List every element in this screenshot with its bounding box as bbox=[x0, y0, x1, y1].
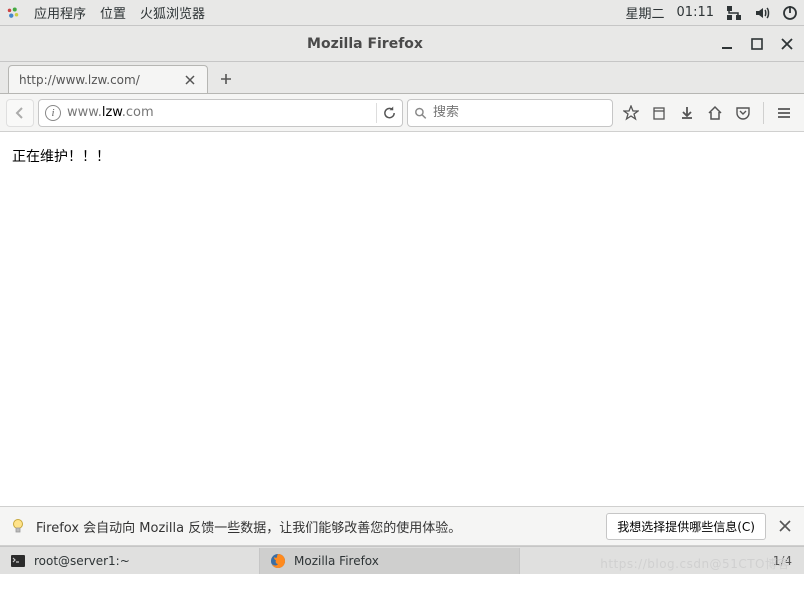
task-terminal-label: root@server1:~ bbox=[34, 554, 130, 568]
pocket-icon[interactable] bbox=[729, 99, 757, 127]
volume-icon[interactable] bbox=[754, 5, 770, 21]
power-icon[interactable] bbox=[782, 5, 798, 21]
navigation-toolbar: i www.lzw.com bbox=[0, 94, 804, 132]
minimize-button[interactable] bbox=[720, 37, 734, 51]
close-window-button[interactable] bbox=[780, 37, 794, 51]
site-info-icon[interactable]: i bbox=[45, 105, 61, 121]
notification-close-button[interactable] bbox=[776, 517, 794, 535]
notification-message: Firefox 会自动向 Mozilla 反馈一些数据，让我们能够改善您的使用体… bbox=[36, 517, 596, 536]
firefox-icon bbox=[270, 553, 286, 569]
notification-bar: Firefox 会自动向 Mozilla 反馈一些数据，让我们能够改善您的使用体… bbox=[0, 506, 804, 546]
desktop-topbar: 应用程序 位置 火狐浏览器 星期二 01:11 bbox=[0, 0, 804, 26]
desktop-taskbar: root@server1:~ Mozilla Firefox 1/4 bbox=[0, 546, 804, 574]
tab-title: http://www.lzw.com/ bbox=[19, 73, 173, 87]
library-icon[interactable] bbox=[645, 99, 673, 127]
window-title: Mozilla Firefox bbox=[10, 36, 720, 52]
hamburger-menu-icon[interactable] bbox=[770, 99, 798, 127]
terminal-icon bbox=[10, 553, 26, 569]
maintenance-text: 正在维护！！！ bbox=[12, 149, 110, 165]
downloads-icon[interactable] bbox=[673, 99, 701, 127]
window-titlebar: Mozilla Firefox bbox=[0, 26, 804, 62]
toolbar-separator bbox=[763, 102, 764, 124]
task-firefox[interactable]: Mozilla Firefox bbox=[260, 548, 520, 574]
url-display: www.lzw.com bbox=[67, 105, 370, 120]
maximize-button[interactable] bbox=[750, 37, 764, 51]
back-button[interactable] bbox=[6, 99, 34, 127]
home-icon[interactable] bbox=[701, 99, 729, 127]
menu-applications[interactable]: 应用程序 bbox=[34, 3, 86, 22]
clock-time: 01:11 bbox=[677, 5, 714, 20]
menu-current-app[interactable]: 火狐浏览器 bbox=[140, 3, 205, 22]
menu-places[interactable]: 位置 bbox=[100, 3, 126, 22]
search-bar[interactable] bbox=[407, 99, 613, 127]
bookmark-star-icon[interactable] bbox=[617, 99, 645, 127]
clock-day: 星期二 bbox=[626, 3, 665, 22]
workspace-indicator[interactable]: 1/4 bbox=[761, 554, 804, 568]
new-tab-button[interactable] bbox=[212, 65, 240, 93]
reload-button[interactable] bbox=[376, 103, 396, 123]
choose-data-button[interactable]: 我想选择提供哪些信息(C) bbox=[606, 513, 766, 540]
task-firefox-label: Mozilla Firefox bbox=[294, 554, 379, 568]
network-wired-icon[interactable] bbox=[726, 5, 742, 21]
page-content: 正在维护！！！ bbox=[0, 132, 804, 506]
lightbulb-icon bbox=[10, 518, 26, 534]
tabstrip: http://www.lzw.com/ bbox=[0, 62, 804, 94]
tab-close-button[interactable] bbox=[183, 73, 197, 87]
address-bar[interactable]: i www.lzw.com bbox=[38, 99, 403, 127]
browser-tab[interactable]: http://www.lzw.com/ bbox=[8, 65, 208, 93]
search-input[interactable] bbox=[433, 105, 606, 120]
search-icon bbox=[414, 106, 427, 120]
os-footprint-icon bbox=[6, 6, 20, 20]
task-terminal[interactable]: root@server1:~ bbox=[0, 548, 260, 574]
